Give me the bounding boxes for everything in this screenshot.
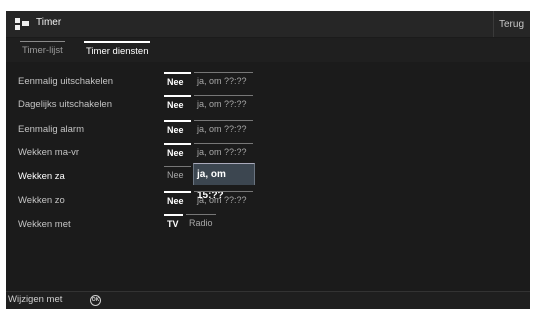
row-label-wekken-za: Wekken za: [18, 171, 65, 182]
option-ja[interactable]: ja, om ??:??: [194, 120, 253, 136]
footer-hint-bar: Wijzigen met OK: [6, 291, 530, 309]
tab-timer-list[interactable]: Timer-lijst: [20, 41, 65, 60]
option-nee[interactable]: Nee: [164, 191, 191, 207]
tab-bar: Timer-lijst Timer diensten: [6, 38, 530, 62]
option-ja[interactable]: ja, om ??:??: [194, 72, 253, 88]
option-nee[interactable]: Nee: [164, 72, 191, 88]
footer-hint-text: Wijzigen met: [8, 294, 63, 305]
option-nee[interactable]: Nee: [164, 166, 191, 182]
row-label-dagelijks-uitschakelen: Dagelijks uitschakelen: [18, 99, 112, 110]
option-nee[interactable]: Nee: [164, 95, 191, 111]
row-label-wekken-ma-vr: Wekken ma-vr: [18, 147, 80, 158]
option-nee[interactable]: Nee: [164, 143, 191, 159]
option-ja[interactable]: ja, om ??:??: [194, 95, 253, 111]
option-ja[interactable]: ja, om ??:??: [194, 143, 253, 159]
row-label-eenmalig-uitschakelen: Eenmalig uitschakelen: [18, 76, 114, 87]
row-label-wekken-met: Wekken met: [18, 219, 71, 230]
option-tv[interactable]: TV: [164, 214, 183, 230]
option-nee[interactable]: Nee: [164, 120, 191, 136]
timer-screen: Timer Terug Timer-lijst Timer diensten E…: [6, 11, 530, 309]
tab-timer-services[interactable]: Timer diensten: [84, 41, 151, 61]
row-label-eenmalig-alarm: Eenmalig alarm: [18, 124, 84, 135]
option-ja[interactable]: ja, om ??:??: [194, 191, 253, 207]
timer-app-icon: [15, 18, 29, 30]
header-bar: Timer Terug: [6, 11, 530, 37]
row-label-wekken-zo: Wekken zo: [18, 195, 65, 206]
option-ja-time-input[interactable]: ja, om 15:??: [193, 163, 255, 201]
ok-icon: OK: [90, 295, 101, 306]
back-button[interactable]: Terug: [493, 11, 524, 37]
option-radio[interactable]: Radio: [186, 214, 216, 230]
page-title: Timer: [36, 17, 62, 28]
